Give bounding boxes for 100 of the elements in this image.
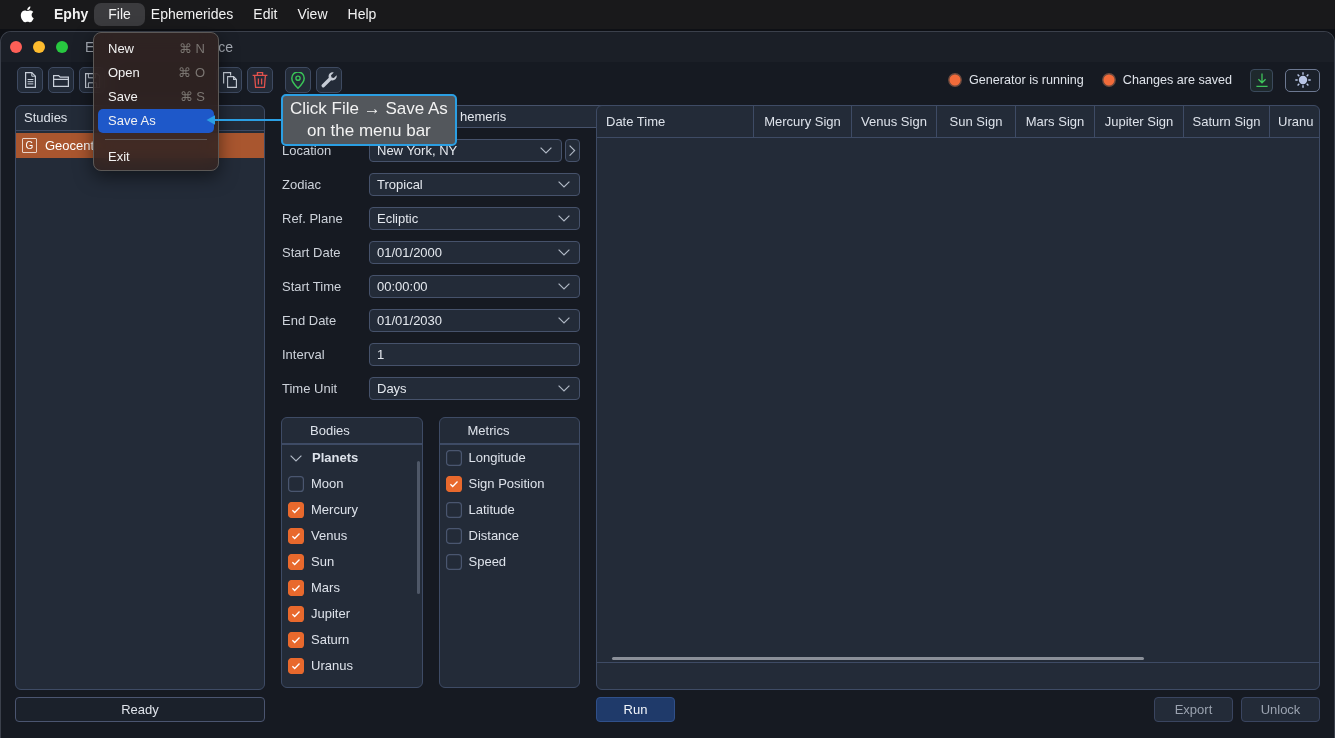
status-label: Generator is running <box>968 71 1084 89</box>
scrollbar[interactable] <box>416 461 420 594</box>
checkbox-label: Speed <box>468 553 507 572</box>
tools-button[interactable] <box>316 67 342 93</box>
menu-bar-item[interactable]: Help <box>337 3 387 26</box>
location-pin-icon <box>291 71 305 89</box>
download-icon <box>1255 73 1268 87</box>
column-header[interactable]: Mercury Sign <box>754 106 852 137</box>
checkbox[interactable] <box>445 502 462 518</box>
field-label: Start Date <box>281 246 342 259</box>
expand-button[interactable] <box>565 139 580 162</box>
column-header[interactable]: Uranu <box>1270 106 1314 137</box>
menu-item-label: Exit <box>108 148 130 167</box>
menu-bar-item[interactable]: View <box>287 3 338 26</box>
select-field[interactable]: Tropical <box>369 173 580 196</box>
window-title: ce <box>218 37 234 57</box>
document-icon <box>22 72 38 88</box>
checkbox-label: Sign Position <box>468 475 545 494</box>
menu-item[interactable]: Save As <box>98 109 214 133</box>
chevron-down-icon[interactable] <box>290 454 302 462</box>
menu-item-label: Save <box>108 88 138 107</box>
checkbox-label: Jupiter <box>311 605 351 624</box>
checkbox[interactable] <box>288 476 304 492</box>
checkbox-label: Mercury <box>311 501 358 520</box>
menu-item[interactable]: Open ⌘ O <box>98 61 214 85</box>
trash-icon <box>252 72 268 88</box>
column-header[interactable]: Sun Sign <box>937 106 1016 137</box>
menu-item[interactable]: Save ⌘ S <box>98 85 214 109</box>
new-button[interactable] <box>17 67 43 93</box>
checkbox-label: Mars <box>311 579 340 598</box>
chevron-down-icon <box>558 249 570 256</box>
download-button[interactable] <box>1250 68 1273 92</box>
input-field[interactable]: 1 <box>369 343 580 366</box>
checkbox[interactable] <box>288 580 304 596</box>
chevron-down-icon <box>540 147 552 154</box>
panel-title: Metrics <box>439 418 579 445</box>
checkbox[interactable] <box>288 554 304 570</box>
checkbox-label: Uranus <box>311 657 353 676</box>
select-field[interactable]: Days <box>369 377 580 400</box>
window-maximize-icon[interactable] <box>56 41 68 53</box>
chevron-right-icon <box>569 144 576 157</box>
apple-icon[interactable] <box>20 6 34 23</box>
menu-bar-item[interactable]: File <box>94 3 145 26</box>
type-badge: G <box>22 138 37 153</box>
checkbox[interactable] <box>288 606 304 622</box>
action-button[interactable]: Run <box>596 697 675 722</box>
field-label: Start Time <box>281 280 343 293</box>
column-header[interactable]: Jupiter Sign <box>1095 106 1184 137</box>
menu-item-label: New <box>108 40 134 59</box>
chevron-down-icon <box>558 317 570 324</box>
checkbox[interactable] <box>445 554 462 570</box>
location-button[interactable] <box>285 67 311 93</box>
wrench-icon <box>321 72 337 88</box>
menu-item[interactable]: New ⌘ N <box>98 37 214 61</box>
checkbox[interactable] <box>445 528 462 544</box>
checkbox[interactable] <box>288 632 304 648</box>
checkbox[interactable] <box>288 658 304 674</box>
checkbox-label: Moon <box>311 475 344 494</box>
app-name[interactable]: Ephy <box>54 4 89 25</box>
instruction-tooltip: Click File → Save As on the menu bar <box>281 94 457 146</box>
column-header[interactable]: Mars Sign <box>1016 106 1095 137</box>
window-minimize-icon[interactable] <box>33 41 45 53</box>
checkbox-label: Sun <box>311 553 335 572</box>
checkbox-label: Longitude <box>468 449 526 468</box>
field-label: Zodiac <box>281 178 323 191</box>
theme-button[interactable] <box>1285 68 1320 92</box>
scrollbar[interactable] <box>612 657 1144 660</box>
column-header[interactable]: Date Time <box>597 106 754 137</box>
checkbox-label: Venus <box>311 527 348 546</box>
column-header[interactable]: Saturn Sign <box>1184 106 1270 137</box>
field-label: End Date <box>281 314 338 327</box>
panel-title: Bodies <box>282 418 422 445</box>
select-field[interactable]: 00:00:00 <box>369 275 580 298</box>
tree-group-label[interactable]: Planets <box>312 448 359 468</box>
checkbox[interactable] <box>445 450 462 466</box>
checkbox[interactable] <box>445 476 462 492</box>
field-label: Interval <box>281 348 326 361</box>
menu-item[interactable]: Exit <box>98 145 214 169</box>
checkbox-label: Distance <box>468 527 520 546</box>
status-bar: Ready <box>15 697 265 722</box>
menu-item-label: Open <box>108 64 140 83</box>
copy-icon <box>221 72 237 88</box>
column-header[interactable]: Venus Sign <box>852 106 937 137</box>
select-field[interactable]: Ecliptic <box>369 207 580 230</box>
shortcut-label: ⌘ N <box>179 40 205 59</box>
select-field[interactable]: 01/01/2000 <box>369 241 580 264</box>
checkbox-label: Saturn <box>311 631 350 650</box>
window-close-icon[interactable] <box>10 41 22 53</box>
menu-item-label: Save As <box>108 112 156 131</box>
delete-button[interactable] <box>247 67 273 93</box>
checkbox[interactable] <box>288 502 304 518</box>
window-title: E <box>85 37 95 57</box>
item-label: Geocent <box>45 136 95 155</box>
open-button[interactable] <box>48 67 74 93</box>
select-field[interactable]: 01/01/2030 <box>369 309 580 332</box>
chevron-down-icon <box>558 283 570 290</box>
chevron-down-icon <box>558 385 570 392</box>
chevron-down-icon <box>558 181 570 188</box>
menu-bar-item[interactable]: Edit <box>243 3 288 26</box>
checkbox[interactable] <box>288 528 304 544</box>
